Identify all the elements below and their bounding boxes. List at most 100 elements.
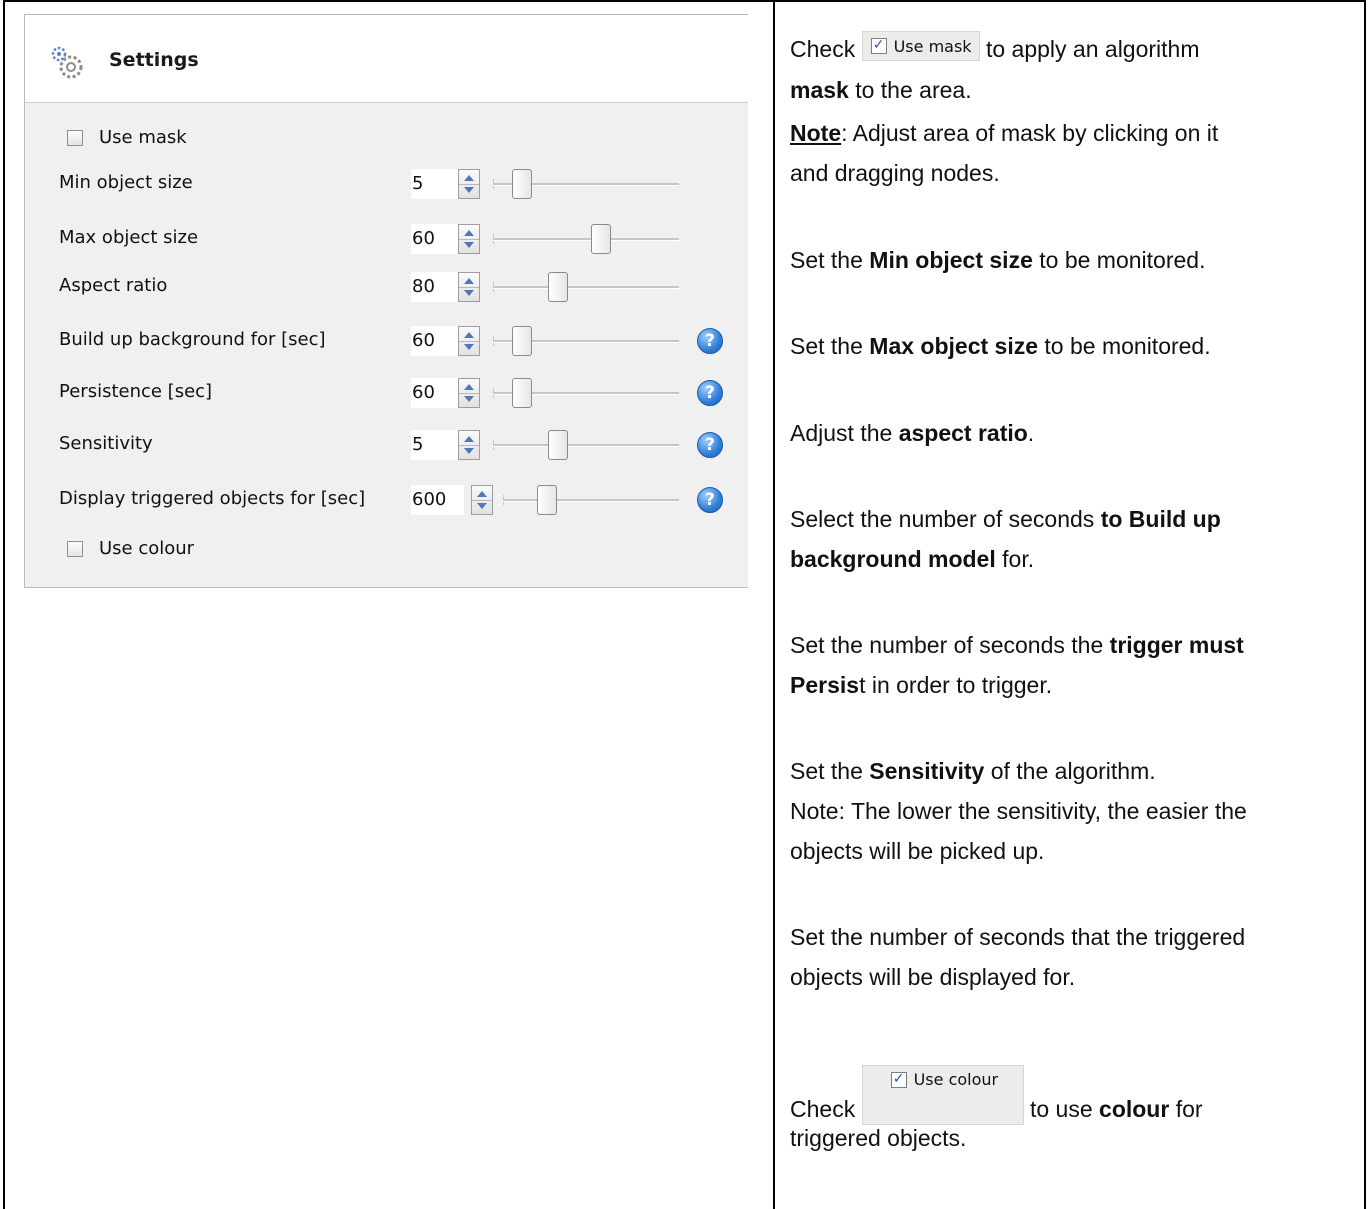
help-icon[interactable]: ?	[697, 432, 723, 458]
text: for.	[1002, 546, 1035, 572]
bold-text: trigger must	[1109, 632, 1244, 658]
instruction-build-up-line2: background model for.	[790, 546, 1034, 573]
instruction-aspect: Adjust the aspect ratio.	[790, 420, 1034, 447]
bold-text: Max object size	[869, 333, 1039, 359]
bold-text: mask	[790, 77, 849, 103]
use-colour-button-image: ✓ Use colour	[861, 1065, 1024, 1125]
text: t in order to trigger.	[859, 672, 1053, 698]
text: Note: The lower the sensitivity, the eas…	[790, 798, 1247, 824]
button-label: Use colour	[913, 1070, 999, 1089]
slider-thumb[interactable]	[511, 169, 532, 199]
bold-text: background model	[790, 546, 996, 572]
text: .	[1027, 420, 1035, 446]
slider-track[interactable]	[493, 238, 679, 241]
text: Set the number of seconds that the trigg…	[790, 924, 1246, 950]
instruction-min-size: Set the Min object size to be monitored.	[790, 247, 1205, 274]
table-column-divider	[773, 0, 775, 1209]
use-colour-checkbox[interactable]	[67, 541, 83, 557]
table-left-border	[3, 0, 5, 1209]
spin-button[interactable]	[458, 430, 480, 460]
note-sensitivity-line2: objects will be picked up.	[790, 838, 1044, 865]
slider-thumb[interactable]	[511, 326, 532, 356]
settings-panel: Settings Use mask Min object size 5 Max ob…	[24, 14, 748, 588]
use-mask-checkbox[interactable]	[67, 130, 83, 146]
slider-track[interactable]	[503, 499, 679, 502]
setting-label: Min object size	[59, 172, 193, 193]
instruction-build-up: Select the number of seconds to Build up	[790, 506, 1221, 533]
spin-button[interactable]	[458, 378, 480, 408]
spin-button[interactable]	[458, 169, 480, 199]
slider-thumb[interactable]	[547, 272, 568, 302]
help-icon[interactable]: ?	[697, 380, 723, 406]
text: : Adjust area of mask by clicking on it	[841, 120, 1219, 146]
text: to be monitored.	[1039, 247, 1206, 273]
note-label: Note	[790, 120, 842, 146]
value-input[interactable]: 60	[411, 224, 464, 254]
gear-icon	[51, 46, 83, 79]
bold-text: Sensitivity	[869, 758, 985, 784]
text: Set the	[790, 247, 863, 273]
bold-text: aspect ratio	[898, 420, 1028, 446]
note-mask: Note: Adjust area of mask by clicking on…	[790, 120, 1218, 147]
spin-button[interactable]	[458, 326, 480, 356]
text: to use	[1029, 1096, 1093, 1122]
checked-icon: ✓	[870, 38, 887, 54]
text: and dragging nodes.	[790, 160, 1000, 186]
slider-track[interactable]	[493, 286, 679, 289]
spin-button[interactable]	[471, 485, 493, 515]
spin-button[interactable]	[458, 224, 480, 254]
text: Set the number of seconds the	[790, 632, 1104, 658]
instruction-use-colour: Check ✓ Use colour to use colour for	[790, 1057, 1203, 1125]
text: objects will be picked up.	[790, 838, 1045, 864]
value-input[interactable]: 80	[411, 272, 464, 302]
note-mask-line2: and dragging nodes.	[790, 160, 1000, 187]
button-label: Use mask	[893, 37, 972, 56]
setting-label: Persistence [sec]	[59, 381, 213, 402]
note-sensitivity: Note: The lower the sensitivity, the eas…	[790, 798, 1247, 825]
instruction-max-size: Set the Max object size to be monitored.	[790, 333, 1211, 360]
value-input[interactable]: 60	[411, 378, 464, 408]
slider-thumb[interactable]	[591, 224, 612, 254]
settings-header: Settings	[25, 15, 748, 103]
table-top-border	[3, 0, 1366, 2]
help-icon[interactable]: ?	[697, 487, 723, 513]
panel-title: Settings	[109, 49, 199, 71]
setting-label: Build up background for [sec]	[59, 329, 326, 350]
value-input[interactable]: 5	[411, 430, 464, 460]
slider-thumb[interactable]	[537, 485, 558, 515]
instruction-display: Set the number of seconds that the trigg…	[790, 924, 1245, 951]
use-mask-label: Use mask	[99, 127, 187, 148]
setting-label: Display triggered objects for [sec]	[59, 488, 366, 509]
value-input[interactable]: 5	[411, 169, 464, 199]
instruction-persist-line2: Persist in order to trigger.	[790, 672, 1052, 699]
use-mask-button-image: ✓ Use mask	[861, 31, 980, 61]
bold-text: to Build up	[1100, 506, 1221, 532]
text: Set the	[790, 333, 863, 359]
instruction-use-mask: Check ✓ Use mask to apply an algorithm	[790, 27, 1200, 63]
instruction-display-line2: objects will be displayed for.	[790, 964, 1075, 991]
instruction-use-mask-line2: mask to the area.	[790, 77, 972, 104]
use-colour-label: Use colour	[99, 538, 195, 559]
bold-text: Persis	[790, 672, 860, 698]
text: objects will be displayed for.	[790, 964, 1076, 990]
text: to apply an algorithm	[985, 36, 1200, 62]
value-input[interactable]: 60	[411, 326, 464, 356]
table-right-border	[1364, 0, 1366, 1209]
text: of the algorithm.	[990, 758, 1156, 784]
bold-text: colour	[1099, 1096, 1170, 1122]
value-input[interactable]: 600	[411, 485, 464, 515]
spin-button[interactable]	[458, 272, 480, 302]
slider-thumb[interactable]	[511, 378, 532, 408]
setting-label: Aspect ratio	[59, 275, 168, 296]
text: Select the number of seconds	[790, 506, 1095, 532]
slider-thumb[interactable]	[547, 430, 568, 460]
text: triggered objects.	[790, 1125, 967, 1151]
checked-icon: ✓	[890, 1072, 907, 1088]
instruction-use-colour-line2: triggered objects.	[790, 1125, 966, 1152]
text: to the area.	[855, 77, 972, 103]
text: Check	[790, 36, 856, 62]
setting-label: Max object size	[59, 227, 199, 248]
slider-track[interactable]	[493, 444, 679, 447]
text: Check	[790, 1096, 856, 1122]
help-icon[interactable]: ?	[697, 328, 723, 354]
